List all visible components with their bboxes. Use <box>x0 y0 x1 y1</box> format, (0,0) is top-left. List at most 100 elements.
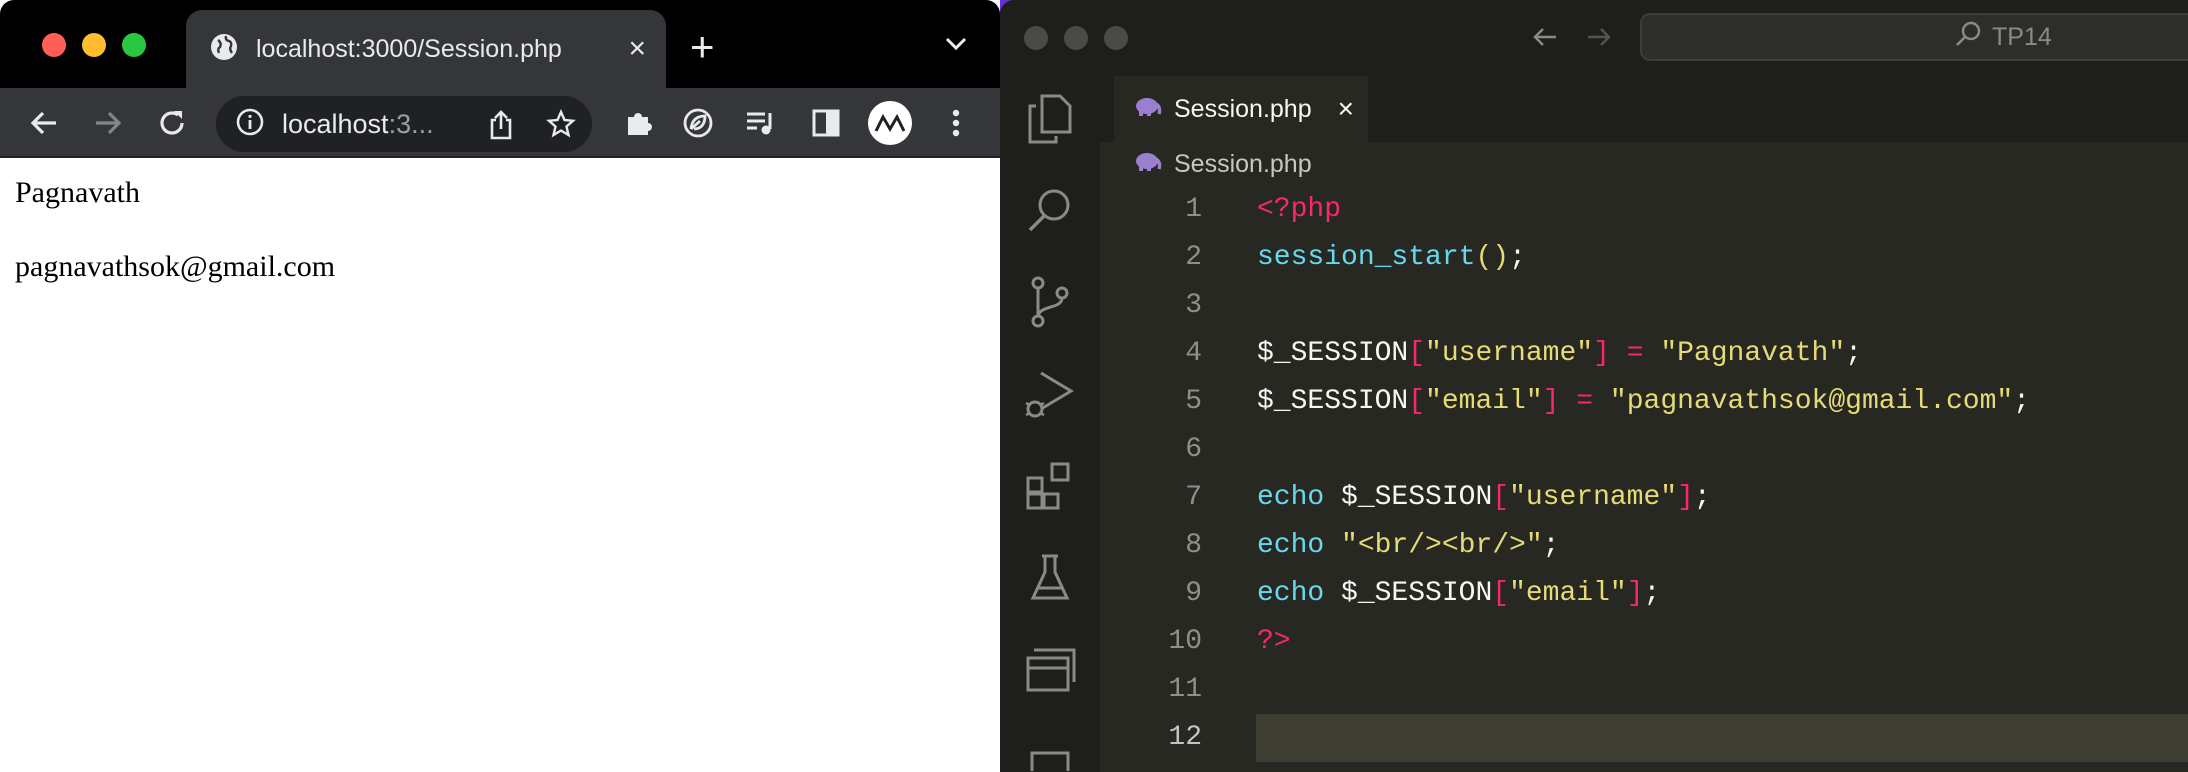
activity-bar <box>1000 76 1100 772</box>
code-token: = <box>1559 386 1610 417</box>
editor-minimize-button[interactable] <box>1064 26 1088 50</box>
line-number: 7 <box>1185 482 1202 513</box>
close-icon[interactable]: × <box>1338 93 1354 125</box>
browser-window: localhost:3000/Session.php × + localhost… <box>0 0 1000 772</box>
page-content: Pagnavath pagnavathsok@gmail.com <box>0 160 1000 772</box>
window-close-button[interactable] <box>42 33 66 57</box>
php-close-tag: ?> <box>1257 626 1291 657</box>
editor-maximize-button[interactable] <box>1104 26 1128 50</box>
breadcrumb[interactable]: Session.php <box>1134 146 1312 182</box>
code-token: echo <box>1257 482 1325 513</box>
code-token: ] <box>1593 338 1610 369</box>
output-email: pagnavathsok@gmail.com <box>15 250 336 283</box>
breadcrumb-file: Session.php <box>1174 149 1312 178</box>
code-token: $_SESSION <box>1257 338 1409 369</box>
code-token: "username" <box>1425 338 1594 369</box>
back-arrow-icon[interactable] <box>1530 22 1560 57</box>
close-icon[interactable]: × <box>628 34 646 64</box>
command-center-search[interactable]: TP14 <box>1640 13 2188 61</box>
tab-title: localhost:3000/Session.php <box>256 34 562 63</box>
search-icon[interactable] <box>1022 182 1078 238</box>
run-debug-icon[interactable] <box>1022 366 1078 422</box>
address-bar[interactable]: localhost:3... <box>216 96 592 152</box>
globe-icon <box>210 33 238 66</box>
code-token: echo <box>1257 530 1325 561</box>
code-token: [ <box>1492 482 1510 513</box>
sidepanel-icon[interactable] <box>808 105 844 141</box>
accounts-icon[interactable] <box>1022 728 1078 772</box>
code-token: "<br/><br/>" <box>1341 530 1543 561</box>
editor-tabs: Session.php × <box>1100 76 2188 142</box>
search-icon <box>1954 20 1982 55</box>
address-rest: :3... <box>388 108 434 139</box>
code-token: ; <box>2013 386 2030 417</box>
address-host: localhost <box>282 108 389 139</box>
code-token: ] <box>1542 386 1560 417</box>
code-token: = <box>1609 338 1661 369</box>
code-line: 7 echo $_SESSION["username"]; <box>1100 474 2188 522</box>
code-token: ] <box>1626 578 1644 609</box>
code-token: $_SESSION <box>1257 386 1409 417</box>
browser-toolbar: localhost:3... <box>0 88 1000 158</box>
editor-tab-label: Session.php <box>1174 94 1312 123</box>
profile-avatar-icon[interactable] <box>868 101 912 145</box>
line-number: 9 <box>1185 578 1202 609</box>
code-token: ; <box>1509 242 1526 273</box>
line-number: 4 <box>1185 338 1202 369</box>
code-line: 4 $_SESSION["username"] = "Pagnavath"; <box>1100 330 2188 378</box>
testing-icon[interactable] <box>1022 550 1078 606</box>
code-token: $_SESSION <box>1324 482 1493 513</box>
code-token: ] <box>1677 482 1694 513</box>
code-text: echo $_SESSION["email"]; <box>1257 570 1660 618</box>
editor-titlebar: TP14 <box>1000 0 2188 76</box>
code-line-current[interactable]: 12 <box>1100 714 2188 762</box>
line-number: 2 <box>1185 242 1202 273</box>
code-token: $_SESSION <box>1324 578 1493 609</box>
forward-arrow-icon[interactable] <box>90 105 126 141</box>
code-text: ?> <box>1257 618 1291 666</box>
code-token: "pagnavathsok@gmail.com" <box>1609 386 2014 417</box>
queue-music-icon[interactable] <box>742 105 778 141</box>
editor-close-button[interactable] <box>1024 26 1048 50</box>
share-icon[interactable] <box>488 110 514 145</box>
code-line: 10 ?> <box>1100 618 2188 666</box>
window-maximize-button[interactable] <box>122 33 146 57</box>
kebab-menu-icon[interactable] <box>938 105 974 141</box>
forward-arrow-icon[interactable] <box>1584 22 1614 57</box>
chevron-down-icon[interactable] <box>944 36 968 57</box>
browser-tab-active[interactable]: localhost:3000/Session.php × <box>186 10 666 88</box>
code-line: 5 $_SESSION["email"] = "pagnavathsok@gma… <box>1100 378 2188 426</box>
code-line: 1 <?php <box>1100 186 2188 234</box>
code-line: 11 <box>1100 666 2188 714</box>
leaf-icon[interactable] <box>680 105 716 141</box>
code-editor[interactable]: 1 <?php 2 session_start(); 3 4 $_SESSION… <box>1100 186 2188 772</box>
code-line: 2 session_start(); <box>1100 234 2188 282</box>
source-control-icon[interactable] <box>1022 274 1078 330</box>
star-icon[interactable] <box>546 109 576 144</box>
code-token: ; <box>1542 530 1560 561</box>
info-icon[interactable] <box>236 108 264 141</box>
php-elephant-icon <box>1134 95 1162 124</box>
editor-tab-session[interactable]: Session.php × <box>1114 76 1368 142</box>
code-token: ; <box>1643 578 1661 609</box>
code-token: session_start <box>1257 242 1476 273</box>
code-token: "email" <box>1509 578 1627 609</box>
code-text: <?php <box>1257 186 1341 234</box>
extensions-icon[interactable] <box>1022 458 1078 514</box>
window-minimize-button[interactable] <box>82 33 106 57</box>
code-text: echo $_SESSION["username"]; <box>1257 474 1711 522</box>
reload-icon[interactable] <box>154 105 190 141</box>
code-token: [ <box>1408 338 1426 369</box>
plus-icon[interactable]: + <box>690 26 715 68</box>
line-number: 3 <box>1185 290 1202 321</box>
remote-explorer-icon[interactable] <box>1022 642 1078 698</box>
files-icon[interactable] <box>1022 90 1078 146</box>
back-arrow-icon[interactable] <box>26 105 62 141</box>
puzzle-icon[interactable] <box>620 105 656 141</box>
code-token: "email" <box>1425 386 1543 417</box>
code-token: "Pagnavath" <box>1660 338 1846 369</box>
code-text: $_SESSION["email"] = "pagnavathsok@gmail… <box>1257 378 2030 426</box>
output-username: Pagnavath <box>15 176 140 209</box>
browser-tab-strip: localhost:3000/Session.php × + <box>0 0 1000 88</box>
